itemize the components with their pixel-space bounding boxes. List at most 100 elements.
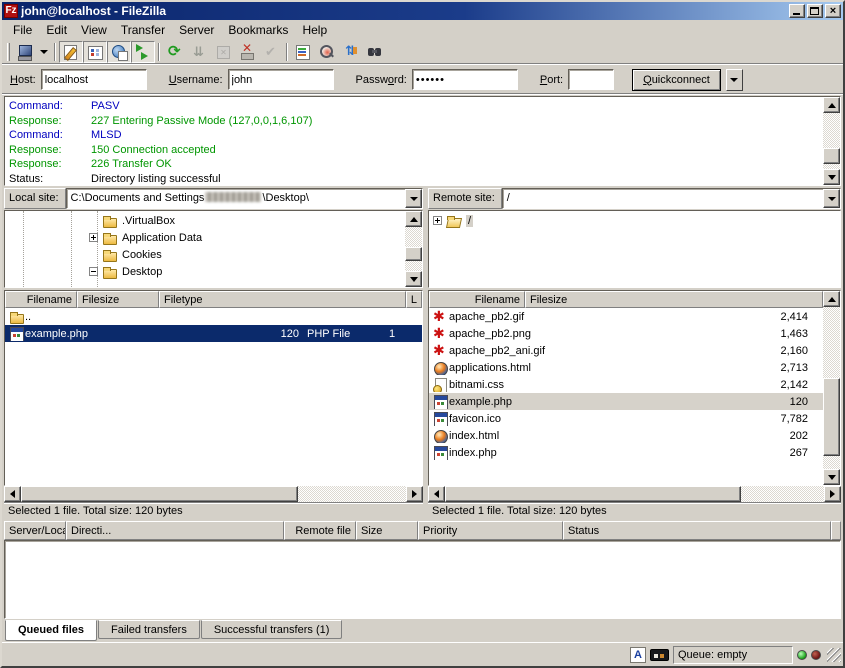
scroll-up-button[interactable] [405, 211, 422, 227]
file-row[interactable]: apache_pb2_ani.gif 2,160 [429, 342, 823, 359]
file-size: 267 [716, 447, 812, 459]
menu-item[interactable]: Transfer [114, 21, 172, 39]
username-input[interactable] [228, 69, 334, 90]
file-row[interactable]: .. [5, 308, 422, 325]
column-header[interactable]: Filename [5, 291, 77, 308]
site-manager-button[interactable] [13, 41, 37, 63]
scrollbar-thumb[interactable] [823, 148, 840, 164]
expander-icon[interactable] [89, 233, 98, 242]
maximize-button[interactable] [807, 4, 823, 18]
tree-item[interactable]: Application Data [5, 229, 405, 246]
scrollbar-track[interactable] [405, 227, 422, 271]
menu-item[interactable]: Server [172, 21, 221, 39]
queue-tab[interactable]: Failed transfers [98, 620, 200, 639]
refresh-button[interactable] [163, 41, 187, 63]
compare-button[interactable] [315, 41, 339, 63]
reconnect-button[interactable] [259, 41, 283, 63]
column-header[interactable] [831, 521, 841, 540]
file-row[interactable]: favicon.ico 7,782 [429, 410, 823, 427]
scroll-down-button[interactable] [823, 469, 840, 485]
column-header[interactable]: Server/Local file [4, 521, 66, 540]
local-tree-scrollbar[interactable] [405, 211, 422, 287]
process-queue-button[interactable] [187, 41, 211, 63]
toggle-transfer-queue-button[interactable] [131, 41, 155, 63]
expander-icon[interactable] [433, 216, 442, 225]
column-header[interactable]: L [406, 291, 422, 308]
queue-tab[interactable]: Successful transfers (1) [201, 620, 343, 639]
scroll-right-button[interactable] [824, 486, 841, 502]
scrollbar-track[interactable] [823, 307, 840, 469]
close-button[interactable]: × [825, 4, 841, 18]
column-header[interactable]: Directi... [66, 521, 284, 540]
column-header[interactable]: Filesize [525, 291, 823, 308]
toggle-message-log-button[interactable] [59, 41, 83, 63]
resize-grip[interactable] [827, 648, 841, 662]
speed-limit-indicator[interactable] [650, 649, 669, 661]
remote-path-dropdown[interactable] [823, 189, 840, 208]
remote-hscrollbar[interactable] [428, 486, 841, 502]
quickconnect-button[interactable]: Quickconnect [632, 69, 721, 91]
filter-button[interactable] [291, 41, 315, 63]
file-row[interactable]: applications.html 2,713 [429, 359, 823, 376]
scroll-up-button[interactable] [823, 97, 840, 113]
file-row[interactable]: apache_pb2.gif 2,414 [429, 308, 823, 325]
tree-item[interactable]: Desktop [5, 263, 405, 280]
password-input[interactable] [412, 69, 518, 90]
tree-item[interactable]: Cookies [5, 246, 405, 263]
menu-item[interactable]: File [6, 21, 39, 39]
sync-browsing-button[interactable] [339, 41, 363, 63]
column-header[interactable]: Size [356, 521, 418, 540]
menu-item[interactable]: View [74, 21, 114, 39]
column-header[interactable]: Filesize [77, 291, 159, 308]
local-path-combo[interactable]: C:\Documents and Settings\Desktop\ [66, 188, 423, 209]
find-button[interactable] [363, 41, 387, 63]
scroll-left-button[interactable] [428, 486, 445, 502]
scroll-right-button[interactable] [406, 486, 423, 502]
scrollbar-track[interactable] [445, 486, 824, 502]
toggle-remote-tree-button[interactable] [107, 41, 131, 63]
scroll-left-button[interactable] [4, 486, 21, 502]
scroll-down-button[interactable] [823, 169, 840, 185]
file-row[interactable]: index.html 202 [429, 427, 823, 444]
scrollbar-thumb[interactable] [445, 486, 741, 502]
menu-item[interactable]: Edit [39, 21, 74, 39]
tree-item[interactable]: .VirtualBox [5, 212, 405, 229]
toggle-local-tree-button[interactable] [83, 41, 107, 63]
menu-item[interactable]: Help [295, 21, 334, 39]
remote-path-combo[interactable]: / [502, 188, 841, 209]
menu-item[interactable]: Bookmarks [221, 21, 295, 39]
file-row[interactable]: example.php 120 [429, 393, 823, 410]
column-header[interactable]: Filetype [159, 291, 406, 308]
transfer-type-indicator[interactable]: A [630, 647, 646, 663]
site-manager-dropdown[interactable] [37, 41, 51, 63]
disconnect-button[interactable] [235, 41, 259, 63]
cancel-operation-button[interactable] [211, 41, 235, 63]
host-input[interactable] [41, 69, 147, 90]
column-header[interactable]: Status [563, 521, 831, 540]
column-header[interactable]: Priority [418, 521, 563, 540]
port-input[interactable] [568, 69, 614, 90]
tree-item[interactable]: / [429, 212, 840, 229]
scrollbar-track[interactable] [823, 113, 840, 169]
scroll-up-button[interactable] [823, 291, 840, 307]
scroll-down-button[interactable] [405, 271, 422, 287]
scrollbar-thumb[interactable] [21, 486, 298, 502]
queue-tab[interactable]: Queued files [5, 620, 97, 641]
expander-icon[interactable] [89, 267, 98, 276]
scrollbar-thumb[interactable] [823, 378, 840, 456]
file-row[interactable]: bitnami.css 2,142 [429, 376, 823, 393]
file-row[interactable]: example.php 120 PHP File 1 [5, 325, 422, 342]
log-scrollbar[interactable] [823, 97, 840, 185]
column-header[interactable]: Remote file [284, 521, 356, 540]
scrollbar-track[interactable] [21, 486, 406, 502]
transfer-queue-list[interactable] [4, 540, 841, 619]
local-hscrollbar[interactable] [4, 486, 423, 502]
local-path-dropdown[interactable] [405, 189, 422, 208]
column-header[interactable]: Filename [429, 291, 525, 308]
minimize-button[interactable] [789, 4, 805, 18]
quickconnect-dropdown[interactable] [726, 69, 743, 91]
file-row[interactable]: index.php 267 [429, 444, 823, 461]
scrollbar-thumb[interactable] [405, 247, 422, 261]
remote-list-scrollbar[interactable] [823, 291, 840, 485]
file-row[interactable]: apache_pb2.png 1,463 [429, 325, 823, 342]
